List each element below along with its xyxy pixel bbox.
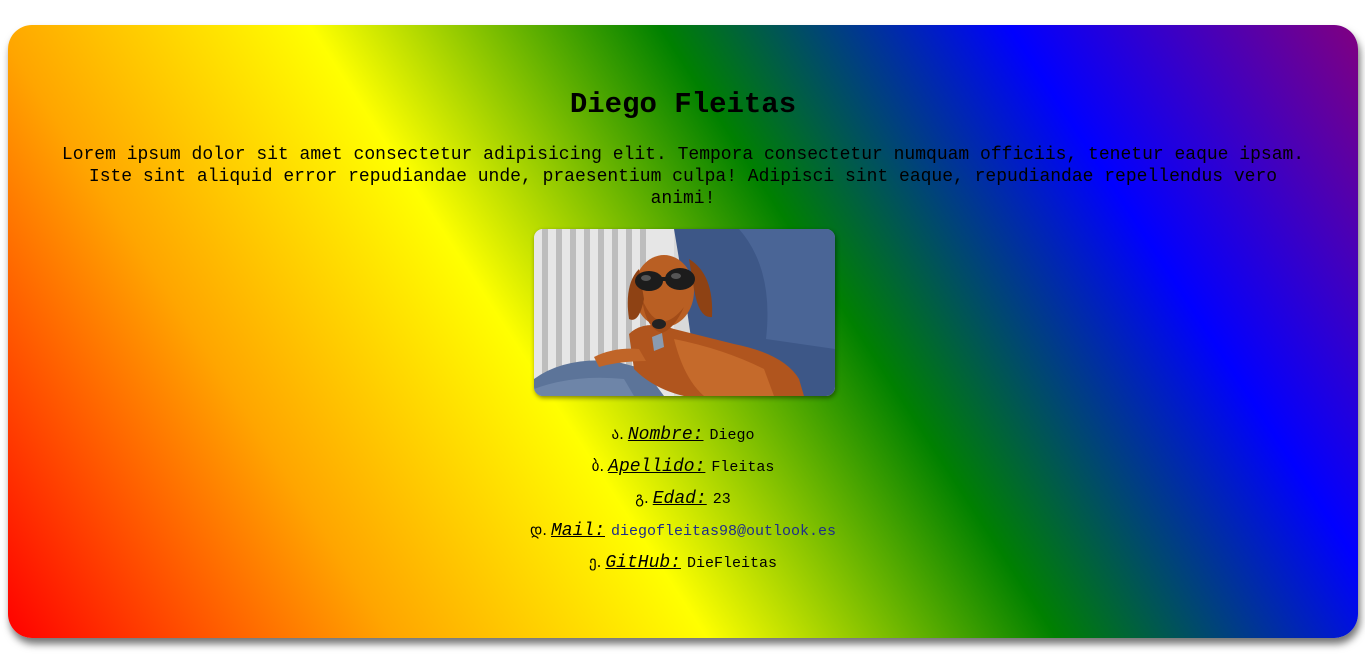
- mail-label: Mail:: [550, 521, 605, 541]
- profile-photo: [534, 229, 835, 396]
- list-item: დ. Mail: diegofleitas98@outlook.es: [8, 514, 1358, 546]
- age-label: Edad:: [652, 489, 707, 509]
- profile-name: Diego Fleitas: [569, 88, 797, 121]
- list-item: ა. Nombre: Diego: [8, 418, 1358, 450]
- list-marker: ე.: [588, 553, 602, 571]
- list-item: ე. GitHub: DieFleitas: [8, 546, 1358, 578]
- profile-description: Lorem ipsum dolor sit amet consectetur a…: [61, 145, 1305, 209]
- profile-card: Diego Fleitas Lorem ipsum dolor sit amet…: [8, 25, 1358, 638]
- github-value: DieFleitas: [687, 555, 778, 572]
- list-item: ბ. Apellido: Fleitas: [8, 450, 1358, 482]
- name-label: Nombre:: [627, 425, 704, 445]
- surname-label: Apellido:: [608, 457, 706, 477]
- mail-link[interactable]: diegofleitas98@outlook.es: [611, 523, 836, 540]
- list-marker: გ.: [635, 489, 649, 507]
- list-marker: ბ.: [591, 457, 605, 475]
- list-marker: დ.: [529, 521, 547, 539]
- age-value: 23: [712, 491, 731, 508]
- list-marker: ა.: [611, 425, 624, 443]
- name-value: Diego: [709, 427, 755, 444]
- info-list: ა. Nombre: Diego ბ. Apellido: Fleitas გ. Edad…: [8, 418, 1358, 578]
- github-label: GitHub:: [605, 553, 681, 573]
- list-item: გ. Edad: 23: [8, 482, 1358, 514]
- surname-value: Fleitas: [711, 459, 775, 476]
